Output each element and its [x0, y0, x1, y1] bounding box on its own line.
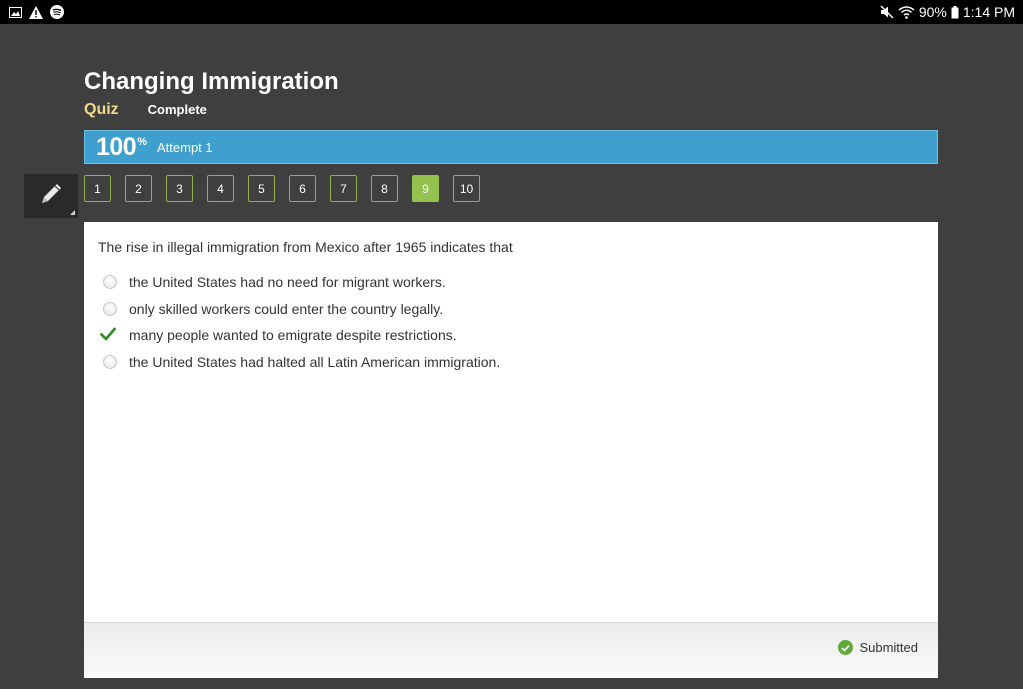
- answer-option-text: the United States had halted all Latin A…: [129, 354, 501, 370]
- submitted-label: Submitted: [859, 640, 918, 655]
- answer-option[interactable]: the United States had halted all Latin A…: [84, 352, 938, 372]
- clock: 1:14 PM: [962, 4, 1015, 20]
- question-nav-button-3[interactable]: 3: [166, 175, 193, 202]
- attempt-label: Attempt 1: [157, 139, 213, 155]
- tool-menu-corner: [70, 210, 75, 215]
- pencil-icon: [38, 181, 64, 212]
- question-nav-button-4[interactable]: 4: [207, 175, 234, 202]
- status-bar-left: [8, 5, 64, 19]
- image-icon: [8, 5, 22, 19]
- battery-percent: 90%: [918, 4, 947, 20]
- submitted-status: Submitted: [838, 640, 918, 655]
- radio-button[interactable]: [103, 275, 117, 289]
- question-panel: The rise in illegal immigration from Mex…: [84, 222, 938, 678]
- question-text: The rise in illegal immigration from Mex…: [98, 239, 513, 255]
- activity-type-label: Quiz: [84, 101, 119, 118]
- question-nav: 1 2 3 4 5 6 7 8 9 10: [84, 175, 480, 202]
- answer-option[interactable]: many people wanted to emigrate despite r…: [84, 325, 938, 345]
- score-bar: 100 % Attempt 1: [84, 130, 938, 164]
- answer-option-text: the United States had no need for migran…: [129, 274, 446, 290]
- radio-button[interactable]: [103, 355, 117, 369]
- question-nav-button-10[interactable]: 10: [453, 175, 480, 202]
- answer-option[interactable]: the United States had no need for migran…: [84, 272, 938, 292]
- question-nav-button-8[interactable]: 8: [371, 175, 398, 202]
- activity-status: Complete: [147, 102, 207, 117]
- score-value: 100: [96, 132, 137, 161]
- wifi-icon: [898, 5, 915, 19]
- question-nav-button-1[interactable]: 1: [84, 175, 111, 202]
- page-title: Changing Immigration: [84, 68, 339, 95]
- radio-button[interactable]: [103, 302, 117, 316]
- question-nav-button-5[interactable]: 5: [248, 175, 275, 202]
- battery-icon: [951, 5, 959, 19]
- question-nav-button-2[interactable]: 2: [125, 175, 152, 202]
- status-bar: 90% 1:14 PM: [0, 0, 1023, 24]
- answer-option-text: only skilled workers could enter the cou…: [129, 301, 444, 317]
- correct-check-icon: [100, 327, 116, 346]
- mute-icon: [880, 5, 894, 19]
- spotify-icon: [50, 5, 64, 19]
- question-nav-button-7[interactable]: 7: [330, 175, 357, 202]
- score-unit: %: [137, 136, 147, 148]
- checkmark-circle-icon: [838, 640, 854, 655]
- subtitle-row: Quiz Complete: [84, 101, 207, 119]
- warning-icon: [29, 5, 43, 19]
- answer-option-text: many people wanted to emigrate despite r…: [129, 327, 457, 343]
- question-nav-button-9[interactable]: 9: [412, 175, 439, 202]
- status-bar-right: 90% 1:14 PM: [880, 4, 1015, 20]
- question-nav-button-6[interactable]: 6: [289, 175, 316, 202]
- pencil-tool-button[interactable]: [24, 174, 78, 218]
- answer-option[interactable]: only skilled workers could enter the cou…: [84, 299, 938, 319]
- panel-footer: Submitted: [84, 622, 938, 678]
